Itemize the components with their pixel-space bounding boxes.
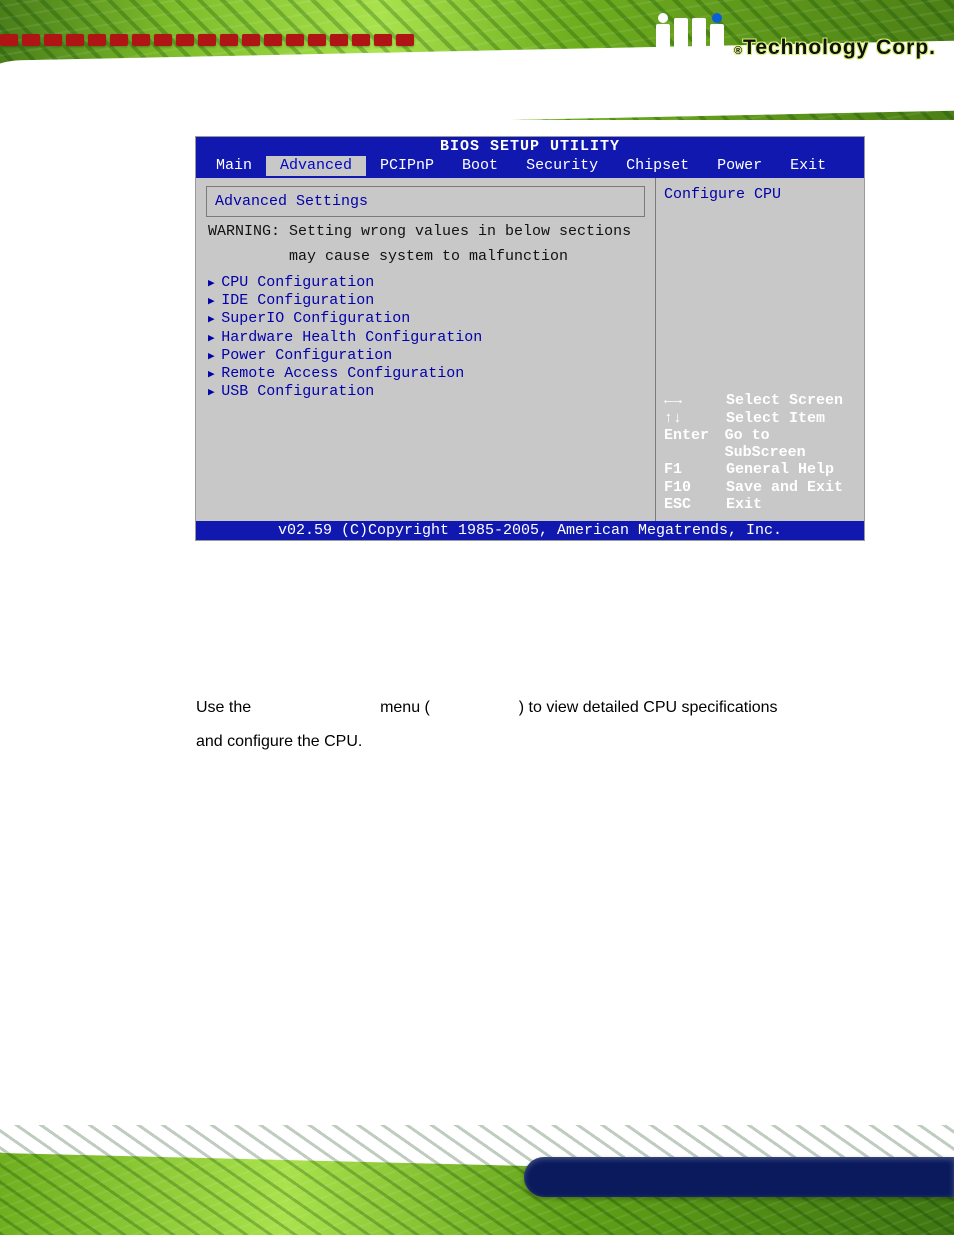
bios-key-row: F10 Save and Exit	[664, 479, 856, 496]
para-seg4: and configure the CPU.	[196, 733, 362, 750]
bios-tab-boot[interactable]: Boot	[448, 156, 512, 175]
bios-key-desc: Save and Exit	[726, 479, 843, 496]
bios-warning-line1: WARNING: Setting wrong values in below s…	[206, 223, 645, 240]
bios-key-row: ↑↓ Select Item	[664, 410, 856, 427]
bios-key: ←→	[664, 392, 718, 409]
iei-logo-icon	[656, 18, 724, 60]
bios-submenu-usb[interactable]: USB Configuration	[208, 383, 645, 401]
bios-key-row: F1 General Help	[664, 461, 856, 478]
brand-logo-block: ®Technology Corp.	[656, 18, 936, 60]
bios-tab-security[interactable]: Security	[512, 156, 612, 175]
bios-key: F10	[664, 479, 718, 496]
bios-body: Advanced Settings WARNING: Setting wrong…	[196, 178, 864, 522]
bios-panel-heading: Advanced Settings	[206, 186, 645, 217]
para-seg2: menu (	[380, 699, 430, 716]
registered-mark: ®	[734, 45, 743, 57]
bios-tab-bar: Main Advanced PCIPnP Boot Security Chips…	[196, 156, 864, 177]
body-paragraph: Use the menu ( ) to view detailed CPU sp…	[196, 691, 844, 758]
bios-submenu-list: CPU Configuration IDE Configuration Supe…	[206, 273, 645, 401]
bios-tab-chipset[interactable]: Chipset	[612, 156, 703, 175]
bios-tab-pcipnp[interactable]: PCIPnP	[366, 156, 448, 175]
bios-right-pane: Configure CPU ←→ Select Screen ↑↓ Select I…	[656, 178, 864, 522]
bios-key-desc: Go to SubScreen	[725, 427, 856, 462]
bios-left-pane: Advanced Settings WARNING: Setting wrong…	[196, 178, 656, 522]
para-seg1: Use the	[196, 699, 256, 716]
bios-submenu-power[interactable]: Power Configuration	[208, 346, 645, 364]
bios-submenu-ide[interactable]: IDE Configuration	[208, 292, 645, 310]
bios-submenu-remote-access[interactable]: Remote Access Configuration	[208, 365, 645, 383]
bios-key-row: ←→ Select Screen	[664, 392, 856, 409]
bios-context-help: Configure CPU	[664, 186, 856, 203]
bios-screenshot: BIOS SETUP UTILITY Main Advanced PCIPnP …	[195, 136, 865, 541]
footer-blue-pill	[524, 1157, 954, 1197]
bios-key: ESC	[664, 496, 718, 513]
bios-key-row: ESC Exit	[664, 496, 856, 513]
bios-key-desc: General Help	[726, 461, 834, 478]
para-seg3: ) to view detailed CPU specifications	[519, 699, 778, 716]
bios-submenu-hardware-health[interactable]: Hardware Health Configuration	[208, 328, 645, 346]
bios-key-desc: Exit	[726, 496, 762, 513]
bios-submenu-superio[interactable]: SuperIO Configuration	[208, 310, 645, 328]
bios-key-desc: Select Item	[726, 410, 825, 427]
page-footer-banner	[0, 1125, 954, 1235]
bios-tab-power[interactable]: Power	[703, 156, 776, 175]
bios-key: ↑↓	[664, 410, 718, 427]
bios-key: F1	[664, 461, 718, 478]
page-header-banner: ®Technology Corp.	[0, 0, 954, 120]
bios-tab-exit[interactable]: Exit	[776, 156, 840, 175]
bios-title-bar: BIOS SETUP UTILITY	[196, 137, 864, 156]
bios-footer: v02.59 (C)Copyright 1985-2005, American …	[196, 521, 864, 540]
bios-key-legend: ←→ Select Screen ↑↓ Select Item EnterGo to…	[664, 392, 856, 513]
bios-key-row: EnterGo to SubScreen	[664, 427, 856, 462]
bios-key: Enter	[664, 427, 717, 462]
bios-warning-line2: may cause system to malfunction	[206, 248, 645, 265]
brand-text: ®Technology Corp.	[734, 36, 936, 60]
bios-tab-main[interactable]: Main	[202, 156, 266, 175]
bios-tab-advanced[interactable]: Advanced	[266, 156, 366, 175]
bios-key-desc: Select Screen	[726, 392, 843, 409]
red-connector-strip	[0, 33, 510, 47]
bios-submenu-cpu[interactable]: CPU Configuration	[208, 273, 645, 291]
brand-company-text: Technology Corp.	[743, 36, 936, 59]
